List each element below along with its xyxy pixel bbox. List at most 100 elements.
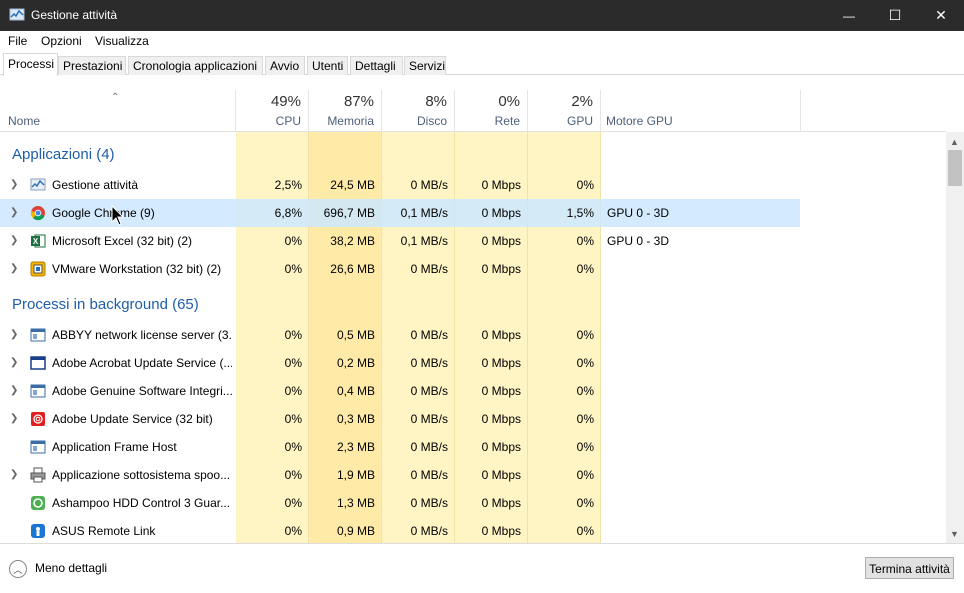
menu-opzioni[interactable]: Opzioni (41, 34, 82, 48)
header-memory[interactable]: 87% Memoria (309, 90, 382, 132)
maximize-button[interactable]: ☐ (872, 0, 918, 31)
less-details-link[interactable]: Meno dettagli (35, 561, 107, 575)
disk-value: 0 MB/s (410, 328, 448, 342)
header-disk[interactable]: 8% Disco (382, 90, 455, 132)
scroll-thumb[interactable] (948, 150, 962, 186)
expand-chevron-icon[interactable]: ❯ (10, 413, 18, 424)
gpu-value: 1,5% (566, 206, 594, 220)
table-row[interactable]: Application Frame Host 0% 2,3 MB 0 MB/s … (0, 433, 800, 461)
close-icon: ✕ (935, 7, 947, 23)
disk-value: 0 MB/s (410, 178, 448, 192)
expand-chevron-icon[interactable]: ❯ (10, 235, 18, 246)
header-gpu[interactable]: 2% GPU (528, 90, 601, 132)
tab-prestazioni[interactable]: Prestazioni (58, 56, 126, 75)
table-row[interactable]: ❯ Adobe Genuine Software Integri... 0% 0… (0, 377, 800, 405)
tab-cronologia-applicazioni[interactable]: Cronologia applicazioni (128, 56, 263, 75)
expand-chevron-icon[interactable]: ❯ (10, 263, 18, 274)
table-row-selected[interactable]: ❯ Google Chrome (9) 6,8% 696,7 MB 0,1 MB… (0, 199, 800, 227)
process-name: Adobe Acrobat Update Service (... (52, 356, 232, 370)
gpu-value: 0% (576, 262, 594, 276)
table-row[interactable]: ❯ X Microsoft Excel (32 bit) (2) 0% 38,2… (0, 227, 800, 255)
disk-value: 0 MB/s (410, 468, 448, 482)
table-row[interactable]: ❯ VMware Workstation (32 bit) (2) 0% 26,… (0, 255, 800, 283)
vertical-scrollbar[interactable]: ▲ ▼ (946, 132, 964, 543)
header-cpu-label: CPU (275, 114, 301, 128)
end-task-button[interactable]: Termina attività (865, 557, 954, 579)
blue-window-icon (30, 356, 46, 370)
expand-chevron-icon[interactable]: ❯ (10, 385, 18, 396)
header-cpu[interactable]: 49% CPU (236, 90, 309, 132)
header-gpu-engine[interactable]: Motore GPU (601, 90, 801, 132)
table-row[interactable]: ASUS Remote Link 0% 0,9 MB 0 MB/s 0 Mbps… (0, 517, 800, 543)
minimize-button[interactable]: — (826, 0, 872, 31)
memory-value: 0,2 MB (336, 356, 375, 370)
tab-processi[interactable]: Processi (3, 53, 58, 76)
table-row[interactable]: ❯ Gestione attività 2,5% 24,5 MB 0 MB/s … (0, 171, 800, 199)
network-value: 0 Mbps (481, 262, 521, 276)
close-button[interactable]: ✕ (918, 0, 964, 31)
process-name: Microsoft Excel (32 bit) (2) (52, 234, 193, 248)
disk-value: 0 MB/s (410, 356, 448, 370)
window-title: Gestione attività (31, 8, 118, 22)
expand-chevron-icon[interactable]: ❯ (10, 207, 18, 218)
menu-visualizza[interactable]: Visualizza (95, 34, 149, 48)
header-disk-pct: 8% (425, 93, 447, 110)
expand-chevron-icon[interactable]: ❯ (10, 357, 18, 368)
header-memory-pct: 87% (343, 93, 374, 110)
table-row[interactable]: ❯ ABBYY network license server (3... 0% … (0, 321, 800, 349)
excel-icon: X (31, 234, 46, 248)
memory-value: 0,3 MB (336, 412, 375, 426)
printer-icon (30, 467, 46, 483)
menu-bar: File Opzioni Visualizza (0, 31, 964, 51)
network-value: 0 Mbps (481, 206, 521, 220)
gpu-engine-value: GPU 0 - 3D (607, 206, 670, 220)
menu-file[interactable]: File (8, 34, 27, 48)
gpu-value: 0% (576, 328, 594, 342)
group-apps-heading: Applicazioni (4) (12, 146, 115, 163)
expand-chevron-icon[interactable]: ❯ (10, 179, 18, 190)
table-row[interactable]: ❯ Applicazione sottosistema spoo... 0% 1… (0, 461, 800, 489)
cpu-value: 0% (284, 524, 302, 538)
header-cpu-pct: 49% (270, 93, 301, 110)
table-row[interactable]: ❯ Adobe Acrobat Update Service (... 0% 0… (0, 349, 800, 377)
header-name[interactable]: ⌃ Nome (0, 90, 236, 132)
tab-dettagli[interactable]: Dettagli (350, 56, 403, 75)
task-manager-icon (30, 178, 46, 191)
service-window-icon (30, 384, 46, 398)
gpu-value: 0% (576, 384, 594, 398)
title-bar: Gestione attività — ☐ ✕ (0, 0, 964, 31)
process-name: Google Chrome (9) (52, 206, 155, 220)
memory-value: 0,5 MB (336, 328, 375, 342)
gpu-engine-value: GPU 0 - 3D (607, 234, 670, 248)
disk-value: 0 MB/s (410, 412, 448, 426)
tab-utenti[interactable]: Utenti (307, 56, 348, 75)
sort-up-icon: ⌃ (111, 92, 120, 103)
task-manager-icon (9, 8, 25, 21)
tab-avvio[interactable]: Avvio (265, 56, 305, 75)
memory-value: 2,3 MB (336, 440, 375, 454)
cpu-value: 0% (284, 328, 302, 342)
table-row[interactable]: Ashampoo HDD Control 3 Guar... 0% 1,3 MB… (0, 489, 800, 517)
header-gpu-pct: 2% (571, 93, 593, 110)
memory-value: 1,9 MB (336, 468, 375, 482)
memory-value: 0,4 MB (336, 384, 375, 398)
gpu-value: 0% (576, 234, 594, 248)
header-network[interactable]: 0% Rete (455, 90, 528, 132)
expand-chevron-icon[interactable]: ❯ (10, 329, 18, 340)
disk-value: 0 MB/s (410, 440, 448, 454)
process-name: Gestione attività (52, 178, 139, 192)
adobe-icon (31, 412, 45, 426)
network-value: 0 Mbps (481, 412, 521, 426)
memory-value: 26,6 MB (330, 262, 375, 276)
table-row[interactable]: ❯ Adobe Update Service (32 bit) 0% 0,3 M… (0, 405, 800, 433)
expand-chevron-icon[interactable]: ❯ (10, 469, 18, 480)
disk-value: 0,1 MB/s (400, 234, 448, 248)
process-name: Ashampoo HDD Control 3 Guar... (52, 496, 231, 510)
process-list: Applicazioni (4) ❯ Gestione attività 2,5… (0, 132, 946, 543)
scroll-down-icon[interactable]: ▼ (950, 529, 959, 539)
process-name: ASUS Remote Link (52, 524, 156, 538)
scroll-up-icon[interactable]: ▲ (950, 137, 959, 147)
header-disk-label: Disco (416, 114, 447, 128)
tab-servizi[interactable]: Servizi (404, 56, 446, 75)
collapse-circle-icon[interactable]: ︿ (9, 560, 27, 578)
